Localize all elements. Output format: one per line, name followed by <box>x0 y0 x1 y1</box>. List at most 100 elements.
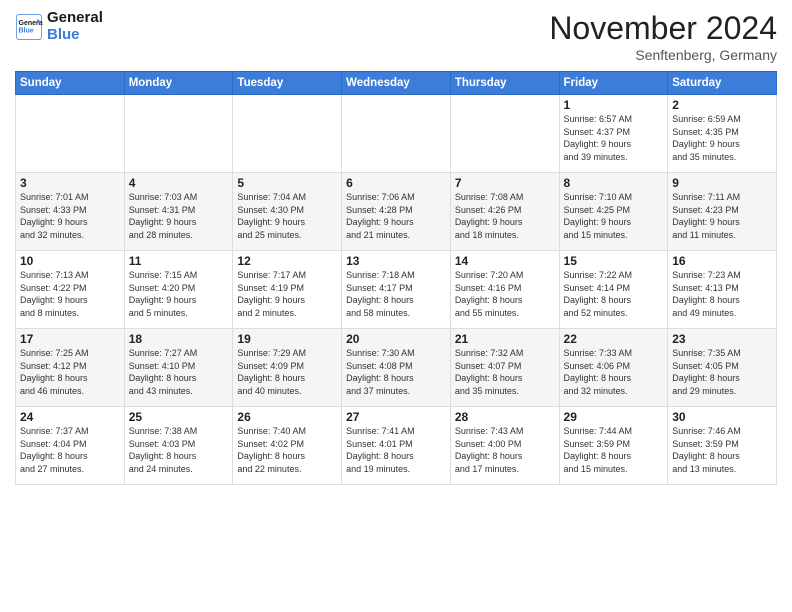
day-info: Sunrise: 7:10 AM Sunset: 4:25 PM Dayligh… <box>564 191 664 241</box>
day-number: 18 <box>129 332 229 346</box>
day-info: Sunrise: 7:41 AM Sunset: 4:01 PM Dayligh… <box>346 425 446 475</box>
calendar-cell: 4Sunrise: 7:03 AM Sunset: 4:31 PM Daylig… <box>124 173 233 251</box>
day-info: Sunrise: 7:23 AM Sunset: 4:13 PM Dayligh… <box>672 269 772 319</box>
calendar-cell: 30Sunrise: 7:46 AM Sunset: 3:59 PM Dayli… <box>668 407 777 485</box>
calendar-week-row-4: 24Sunrise: 7:37 AM Sunset: 4:04 PM Dayli… <box>16 407 777 485</box>
calendar-table: Sunday Monday Tuesday Wednesday Thursday… <box>15 71 777 485</box>
day-number: 19 <box>237 332 337 346</box>
page: General Blue General Blue November 2024 … <box>0 0 792 612</box>
day-info: Sunrise: 7:30 AM Sunset: 4:08 PM Dayligh… <box>346 347 446 397</box>
day-number: 13 <box>346 254 446 268</box>
day-number: 20 <box>346 332 446 346</box>
calendar-cell: 29Sunrise: 7:44 AM Sunset: 3:59 PM Dayli… <box>559 407 668 485</box>
calendar-cell: 9Sunrise: 7:11 AM Sunset: 4:23 PM Daylig… <box>668 173 777 251</box>
col-thursday: Thursday <box>450 72 559 95</box>
calendar-cell: 2Sunrise: 6:59 AM Sunset: 4:35 PM Daylig… <box>668 95 777 173</box>
calendar-cell: 20Sunrise: 7:30 AM Sunset: 4:08 PM Dayli… <box>342 329 451 407</box>
day-info: Sunrise: 7:25 AM Sunset: 4:12 PM Dayligh… <box>20 347 120 397</box>
calendar-week-row-3: 17Sunrise: 7:25 AM Sunset: 4:12 PM Dayli… <box>16 329 777 407</box>
day-info: Sunrise: 6:59 AM Sunset: 4:35 PM Dayligh… <box>672 113 772 163</box>
calendar-cell: 24Sunrise: 7:37 AM Sunset: 4:04 PM Dayli… <box>16 407 125 485</box>
day-info: Sunrise: 7:37 AM Sunset: 4:04 PM Dayligh… <box>20 425 120 475</box>
day-info: Sunrise: 7:15 AM Sunset: 4:20 PM Dayligh… <box>129 269 229 319</box>
calendar-cell: 21Sunrise: 7:32 AM Sunset: 4:07 PM Dayli… <box>450 329 559 407</box>
day-number: 8 <box>564 176 664 190</box>
day-number: 12 <box>237 254 337 268</box>
day-info: Sunrise: 7:08 AM Sunset: 4:26 PM Dayligh… <box>455 191 555 241</box>
day-info: Sunrise: 7:38 AM Sunset: 4:03 PM Dayligh… <box>129 425 229 475</box>
col-saturday: Saturday <box>668 72 777 95</box>
day-info: Sunrise: 7:03 AM Sunset: 4:31 PM Dayligh… <box>129 191 229 241</box>
calendar-cell <box>124 95 233 173</box>
day-info: Sunrise: 7:04 AM Sunset: 4:30 PM Dayligh… <box>237 191 337 241</box>
day-number: 16 <box>672 254 772 268</box>
day-info: Sunrise: 7:18 AM Sunset: 4:17 PM Dayligh… <box>346 269 446 319</box>
calendar-cell: 13Sunrise: 7:18 AM Sunset: 4:17 PM Dayli… <box>342 251 451 329</box>
day-number: 24 <box>20 410 120 424</box>
calendar-cell: 12Sunrise: 7:17 AM Sunset: 4:19 PM Dayli… <box>233 251 342 329</box>
location-subtitle: Senftenberg, Germany <box>549 47 777 63</box>
calendar-cell: 7Sunrise: 7:08 AM Sunset: 4:26 PM Daylig… <box>450 173 559 251</box>
calendar-week-row-2: 10Sunrise: 7:13 AM Sunset: 4:22 PM Dayli… <box>16 251 777 329</box>
calendar-week-row-0: 1Sunrise: 6:57 AM Sunset: 4:37 PM Daylig… <box>16 95 777 173</box>
day-info: Sunrise: 7:35 AM Sunset: 4:05 PM Dayligh… <box>672 347 772 397</box>
calendar-cell <box>233 95 342 173</box>
day-info: Sunrise: 6:57 AM Sunset: 4:37 PM Dayligh… <box>564 113 664 163</box>
day-info: Sunrise: 7:13 AM Sunset: 4:22 PM Dayligh… <box>20 269 120 319</box>
day-info: Sunrise: 7:44 AM Sunset: 3:59 PM Dayligh… <box>564 425 664 475</box>
day-number: 6 <box>346 176 446 190</box>
calendar-cell: 26Sunrise: 7:40 AM Sunset: 4:02 PM Dayli… <box>233 407 342 485</box>
day-number: 27 <box>346 410 446 424</box>
col-monday: Monday <box>124 72 233 95</box>
day-info: Sunrise: 7:43 AM Sunset: 4:00 PM Dayligh… <box>455 425 555 475</box>
calendar-cell: 16Sunrise: 7:23 AM Sunset: 4:13 PM Dayli… <box>668 251 777 329</box>
day-info: Sunrise: 7:40 AM Sunset: 4:02 PM Dayligh… <box>237 425 337 475</box>
day-number: 1 <box>564 98 664 112</box>
header: General Blue General Blue November 2024 … <box>15 10 777 63</box>
calendar-week-row-1: 3Sunrise: 7:01 AM Sunset: 4:33 PM Daylig… <box>16 173 777 251</box>
day-number: 7 <box>455 176 555 190</box>
day-info: Sunrise: 7:32 AM Sunset: 4:07 PM Dayligh… <box>455 347 555 397</box>
calendar-cell: 17Sunrise: 7:25 AM Sunset: 4:12 PM Dayli… <box>16 329 125 407</box>
title-block: November 2024 Senftenberg, Germany <box>549 10 777 63</box>
calendar-cell: 15Sunrise: 7:22 AM Sunset: 4:14 PM Dayli… <box>559 251 668 329</box>
calendar-cell: 3Sunrise: 7:01 AM Sunset: 4:33 PM Daylig… <box>16 173 125 251</box>
calendar-cell: 14Sunrise: 7:20 AM Sunset: 4:16 PM Dayli… <box>450 251 559 329</box>
day-number: 26 <box>237 410 337 424</box>
col-tuesday: Tuesday <box>233 72 342 95</box>
day-number: 5 <box>237 176 337 190</box>
logo-icon: General Blue <box>15 13 43 41</box>
day-number: 17 <box>20 332 120 346</box>
calendar-cell: 18Sunrise: 7:27 AM Sunset: 4:10 PM Dayli… <box>124 329 233 407</box>
calendar-cell: 10Sunrise: 7:13 AM Sunset: 4:22 PM Dayli… <box>16 251 125 329</box>
logo-text-blue: Blue <box>47 27 103 44</box>
day-info: Sunrise: 7:33 AM Sunset: 4:06 PM Dayligh… <box>564 347 664 397</box>
day-number: 22 <box>564 332 664 346</box>
calendar-cell <box>450 95 559 173</box>
day-number: 21 <box>455 332 555 346</box>
calendar-cell: 5Sunrise: 7:04 AM Sunset: 4:30 PM Daylig… <box>233 173 342 251</box>
calendar-header-row: Sunday Monday Tuesday Wednesday Thursday… <box>16 72 777 95</box>
day-info: Sunrise: 7:11 AM Sunset: 4:23 PM Dayligh… <box>672 191 772 241</box>
logo-text-general: General <box>47 10 103 27</box>
day-number: 15 <box>564 254 664 268</box>
calendar-cell: 6Sunrise: 7:06 AM Sunset: 4:28 PM Daylig… <box>342 173 451 251</box>
calendar-cell: 27Sunrise: 7:41 AM Sunset: 4:01 PM Dayli… <box>342 407 451 485</box>
day-number: 10 <box>20 254 120 268</box>
day-number: 3 <box>20 176 120 190</box>
col-wednesday: Wednesday <box>342 72 451 95</box>
calendar-cell: 23Sunrise: 7:35 AM Sunset: 4:05 PM Dayli… <box>668 329 777 407</box>
day-info: Sunrise: 7:06 AM Sunset: 4:28 PM Dayligh… <box>346 191 446 241</box>
day-number: 4 <box>129 176 229 190</box>
day-number: 29 <box>564 410 664 424</box>
day-info: Sunrise: 7:27 AM Sunset: 4:10 PM Dayligh… <box>129 347 229 397</box>
col-friday: Friday <box>559 72 668 95</box>
calendar-cell <box>16 95 125 173</box>
day-info: Sunrise: 7:46 AM Sunset: 3:59 PM Dayligh… <box>672 425 772 475</box>
day-number: 2 <box>672 98 772 112</box>
logo: General Blue General Blue <box>15 10 103 43</box>
calendar-cell: 25Sunrise: 7:38 AM Sunset: 4:03 PM Dayli… <box>124 407 233 485</box>
calendar-cell: 11Sunrise: 7:15 AM Sunset: 4:20 PM Dayli… <box>124 251 233 329</box>
day-info: Sunrise: 7:20 AM Sunset: 4:16 PM Dayligh… <box>455 269 555 319</box>
calendar-cell: 22Sunrise: 7:33 AM Sunset: 4:06 PM Dayli… <box>559 329 668 407</box>
